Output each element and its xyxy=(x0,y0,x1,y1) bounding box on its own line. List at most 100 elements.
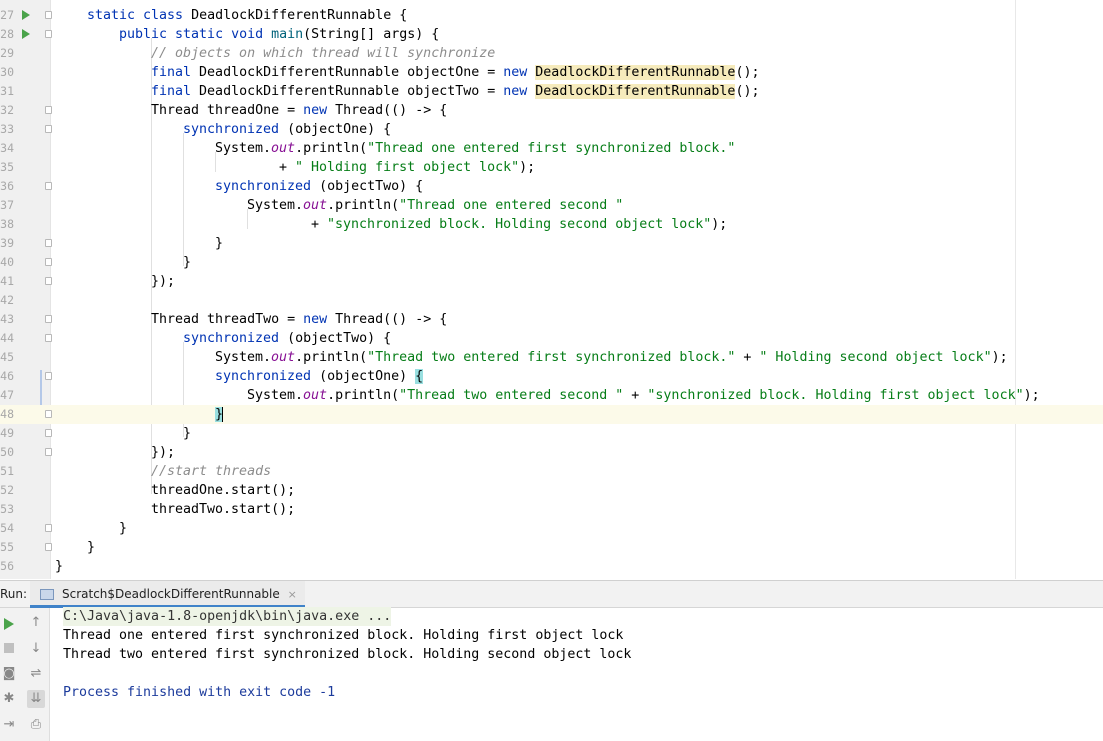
gear-icon[interactable]: ✱ xyxy=(0,690,18,708)
code-text[interactable]: } xyxy=(119,519,127,538)
code-text[interactable]: Thread threadOne = new Thread(() -> { xyxy=(151,101,447,120)
code-line[interactable]: 51 //start threads xyxy=(0,462,1103,481)
fold-marker-icon[interactable] xyxy=(45,239,52,247)
code-text[interactable]: System.out.println("Thread two entered s… xyxy=(247,386,1040,405)
code-text[interactable]: final DeadlockDifferentRunnable objectTw… xyxy=(151,82,759,101)
code-line[interactable]: 45 System.out.println("Thread two entered… xyxy=(0,348,1103,367)
code-text[interactable]: System.out.println("Thread one entered f… xyxy=(215,139,735,158)
code-line[interactable]: 27 static class DeadlockDifferentRunnable… xyxy=(0,6,1103,25)
code-line[interactable]: 53 threadTwo.start(); xyxy=(0,500,1103,519)
code-line[interactable]: 31 final DeadlockDifferentRunnable object… xyxy=(0,82,1103,101)
code-line[interactable]: 29 // objects on which thread will synchr… xyxy=(0,44,1103,63)
code-line[interactable]: 37 System.out.println("Thread one entered… xyxy=(0,196,1103,215)
code-text[interactable]: } xyxy=(215,405,224,424)
fold-marker-icon[interactable] xyxy=(45,543,52,551)
code-text[interactable]: synchronized (objectOne) { xyxy=(215,367,424,386)
fold-marker-icon[interactable] xyxy=(45,334,52,342)
code-line[interactable]: 36 synchronized (objectTwo) { xyxy=(0,177,1103,196)
code-text[interactable]: // objects on which thread will synchron… xyxy=(151,44,495,63)
code-token: } xyxy=(55,559,64,574)
fold-marker-icon[interactable] xyxy=(45,258,52,266)
fold-marker-icon[interactable] xyxy=(45,524,52,532)
code-line[interactable]: 38 + "synchronized block. Holding second … xyxy=(0,215,1103,234)
run-config-tab[interactable]: Scratch$DeadlockDifferentRunnable × xyxy=(30,581,305,608)
console-command-line[interactable]: C:\Java\java-1.8-openjdk\bin\java.exe ..… xyxy=(63,607,392,626)
run-gutter-icon[interactable] xyxy=(22,29,30,39)
code-text[interactable]: synchronized (objectOne) { xyxy=(183,120,391,139)
code-text[interactable]: } xyxy=(87,538,95,557)
code-text[interactable]: final DeadlockDifferentRunnable objectOn… xyxy=(151,63,759,82)
fold-marker-icon[interactable] xyxy=(45,315,52,323)
rerun-icon[interactable] xyxy=(4,618,14,630)
fold-marker-icon[interactable] xyxy=(45,410,52,418)
code-text[interactable]: synchronized (objectTwo) { xyxy=(215,177,423,196)
code-line[interactable]: 56} xyxy=(0,557,1103,576)
fold-marker-icon[interactable] xyxy=(45,448,52,456)
code-line[interactable]: 39} xyxy=(0,234,1103,253)
code-text[interactable]: //start threads xyxy=(151,462,271,481)
code-line[interactable]: 34 System.out.println("Thread one entered… xyxy=(0,139,1103,158)
code-line[interactable]: 54} xyxy=(0,519,1103,538)
stop-icon[interactable] xyxy=(4,643,14,653)
run-gutter-icon[interactable] xyxy=(22,10,30,20)
code-text[interactable]: } xyxy=(55,557,63,576)
soft-wrap-icon[interactable]: ⇌ xyxy=(27,665,45,683)
code-text[interactable]: threadOne.start(); xyxy=(151,481,295,500)
fold-marker-icon[interactable] xyxy=(45,429,52,437)
fold-marker-icon[interactable] xyxy=(45,11,52,19)
code-text[interactable]: System.out.println("Thread one entered s… xyxy=(247,196,623,215)
code-text[interactable]: Thread threadTwo = new Thread(() -> { xyxy=(151,310,447,329)
code-text[interactable]: }); xyxy=(151,443,175,462)
code-text[interactable]: threadTwo.start(); xyxy=(151,500,295,519)
code-line[interactable]: 48} xyxy=(0,405,1103,424)
code-line[interactable]: 35 + " Holding first object lock"); xyxy=(0,158,1103,177)
code-line[interactable]: 28 public static void main(String[] args)… xyxy=(0,25,1103,44)
fold-marker-icon[interactable] xyxy=(45,277,52,285)
code-token: } xyxy=(183,255,192,270)
line-number: 56 xyxy=(0,559,14,573)
fold-marker-icon[interactable] xyxy=(45,182,52,190)
code-line[interactable]: 47 System.out.println("Thread two entered… xyxy=(0,386,1103,405)
code-line[interactable]: 55} xyxy=(0,538,1103,557)
fold-marker-icon[interactable] xyxy=(45,125,52,133)
code-line[interactable]: 50}); xyxy=(0,443,1103,462)
fold-marker-icon[interactable] xyxy=(45,30,52,38)
code-line[interactable]: 32 Thread threadOne = new Thread(() -> { xyxy=(0,101,1103,120)
code-line[interactable]: 43 Thread threadTwo = new Thread(() -> { xyxy=(0,310,1103,329)
arrow-down-icon[interactable]: ↓ xyxy=(27,640,45,658)
line-number: 52 xyxy=(0,483,14,497)
code-text[interactable]: + " Holding first object lock"); xyxy=(279,158,535,177)
fold-marker-icon[interactable] xyxy=(45,372,52,380)
code-token: System. xyxy=(247,388,304,403)
code-text[interactable]: synchronized (objectTwo) { xyxy=(183,329,391,348)
code-line[interactable]: 30 final DeadlockDifferentRunnable object… xyxy=(0,63,1103,82)
code-text[interactable]: } xyxy=(215,234,223,253)
code-editor[interactable]: 27 static class DeadlockDifferentRunnable… xyxy=(0,0,1103,579)
text-caret xyxy=(222,406,224,422)
code-text[interactable]: } xyxy=(183,424,191,443)
code-line[interactable]: 41}); xyxy=(0,272,1103,291)
code-text[interactable]: public static void main(String[] args) { xyxy=(119,25,439,44)
code-line[interactable]: 46 synchronized (objectOne) { xyxy=(0,367,1103,386)
close-icon[interactable]: × xyxy=(288,588,297,601)
code-text[interactable]: System.out.println("Thread two entered f… xyxy=(215,348,1008,367)
code-text[interactable]: }); xyxy=(151,272,175,291)
code-line[interactable]: 44 synchronized (objectTwo) { xyxy=(0,329,1103,348)
code-line[interactable]: 33 synchronized (objectOne) { xyxy=(0,120,1103,139)
fold-marker-icon[interactable] xyxy=(45,106,52,114)
scroll-to-end-icon[interactable]: ⇊ xyxy=(27,690,45,708)
exit-icon[interactable]: ⇥ xyxy=(0,716,18,734)
code-line[interactable]: 40} xyxy=(0,253,1103,272)
print-icon[interactable]: ⎙ xyxy=(27,716,45,734)
camera-icon[interactable]: ◙ xyxy=(0,665,18,683)
code-text[interactable]: } xyxy=(183,253,191,272)
code-token: } xyxy=(215,236,224,251)
code-token: ); xyxy=(519,160,536,175)
code-line[interactable]: 42 xyxy=(0,291,1103,310)
code-token: synchronized xyxy=(215,369,320,384)
code-text[interactable]: static class DeadlockDifferentRunnable { xyxy=(87,6,407,25)
arrow-up-icon[interactable]: ↑ xyxy=(27,614,45,632)
code-line[interactable]: 52 threadOne.start(); xyxy=(0,481,1103,500)
code-line[interactable]: 49} xyxy=(0,424,1103,443)
code-text[interactable]: + "synchronized block. Holding second ob… xyxy=(311,215,727,234)
